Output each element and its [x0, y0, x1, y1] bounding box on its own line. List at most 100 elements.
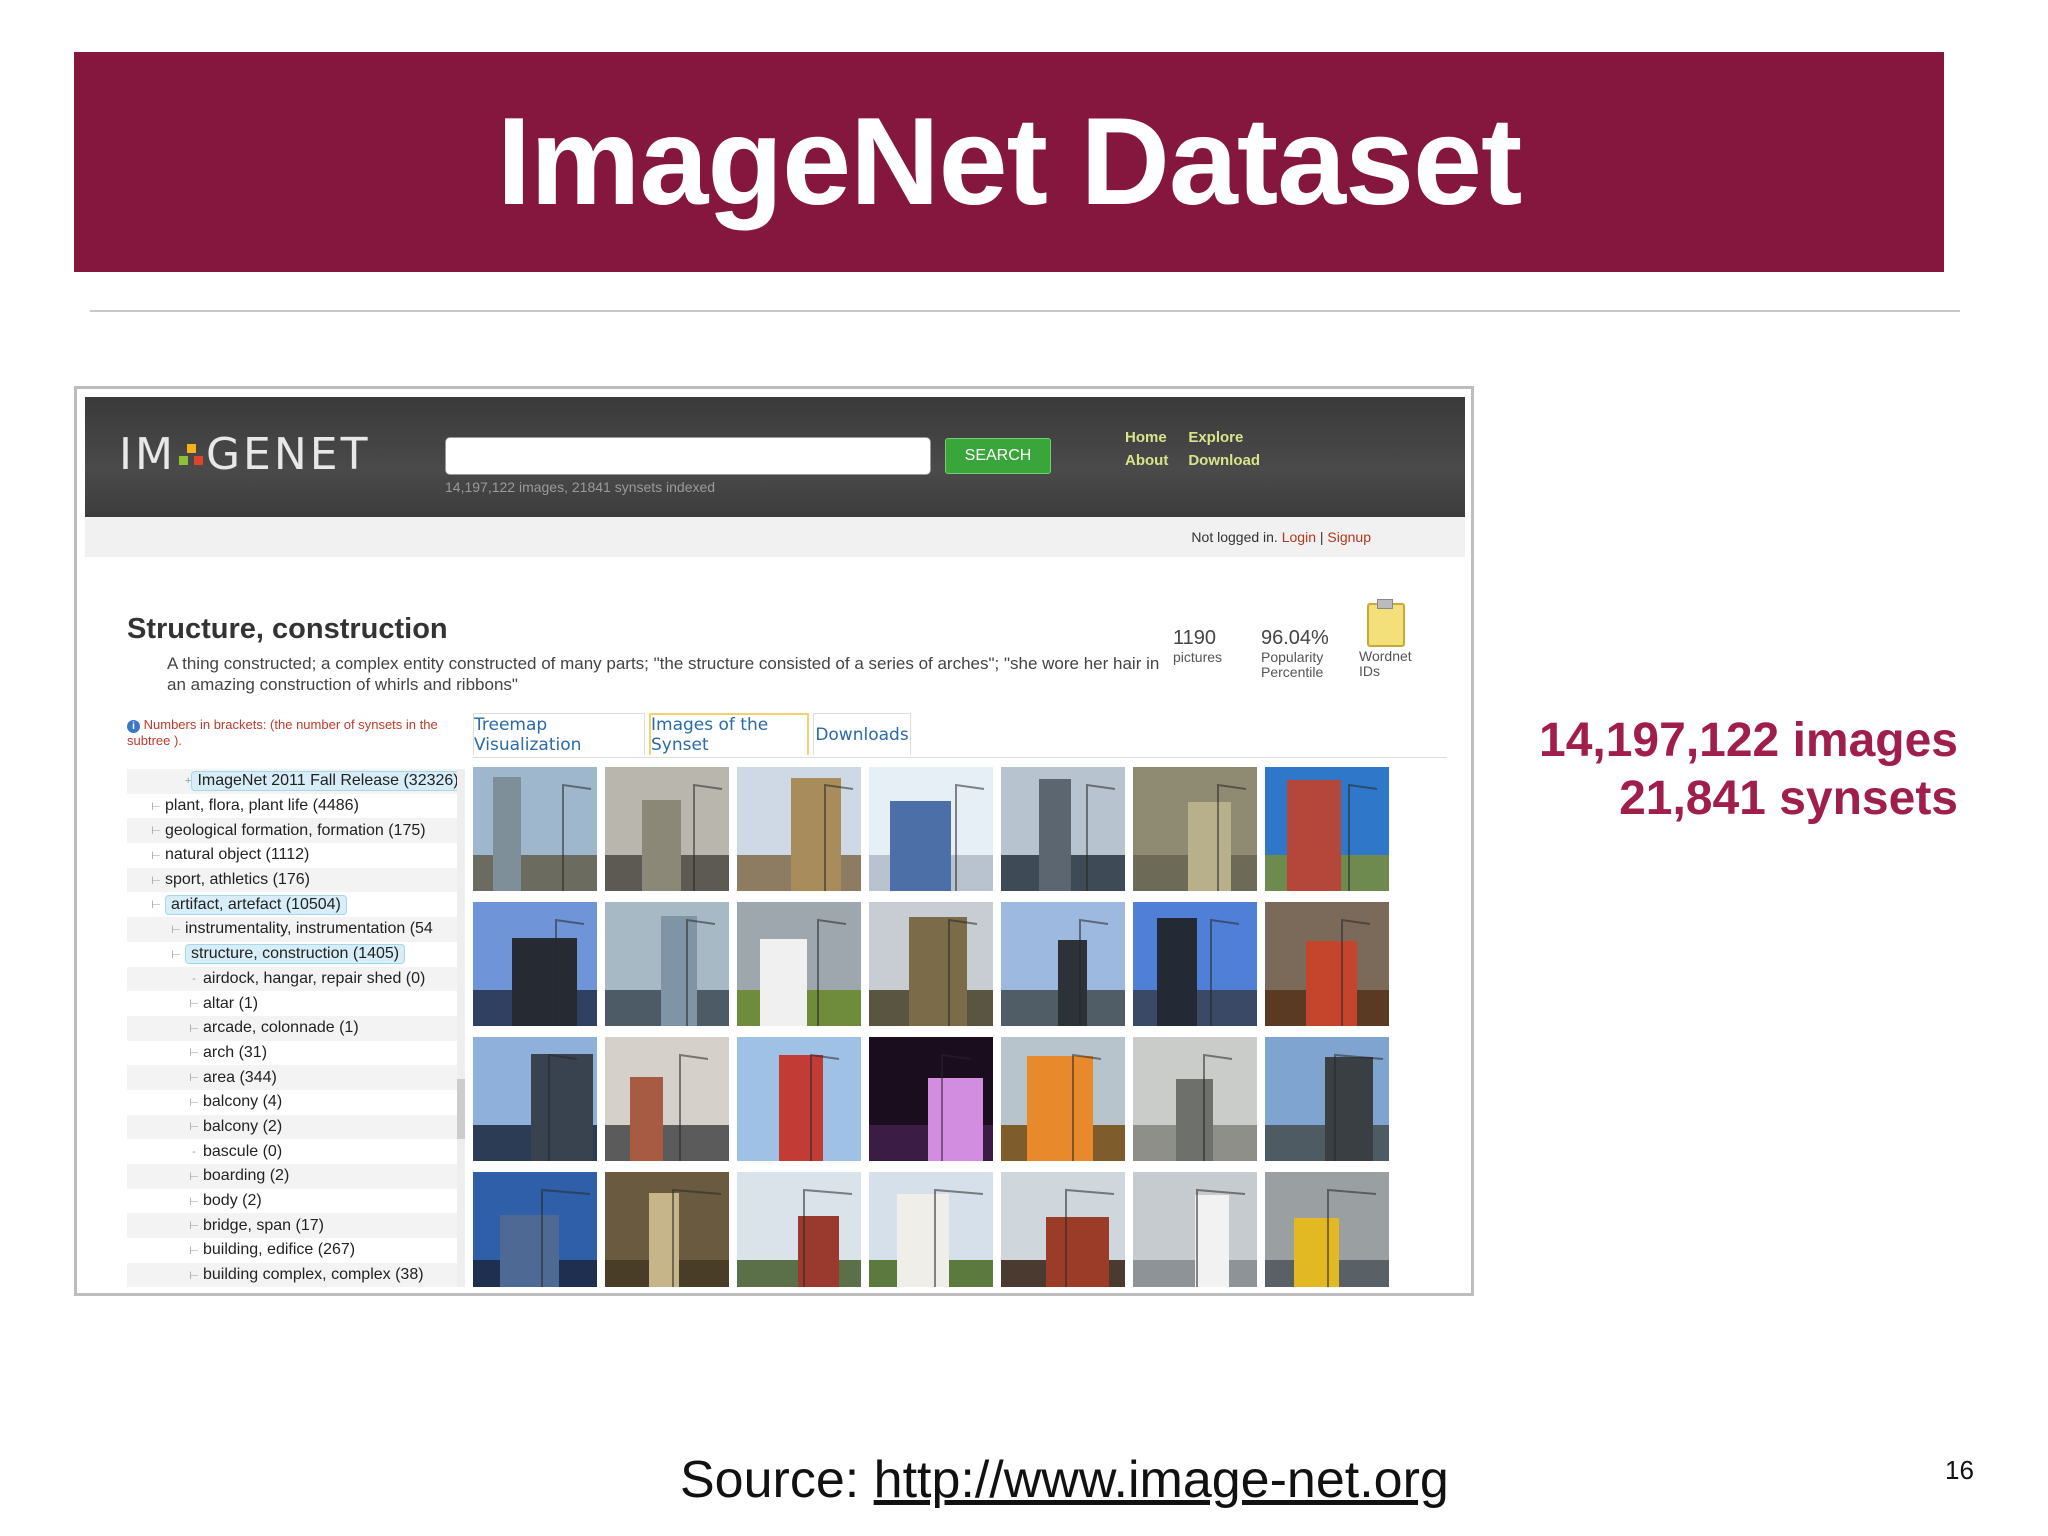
tree-expander-icon[interactable]: ⊢ [185, 1195, 203, 1208]
tab-images-of-the-synset[interactable]: Images of the Synset [649, 713, 809, 755]
tab-treemap-visualization[interactable]: Treemap Visualization [473, 713, 645, 755]
synset-image-thumbnail[interactable] [869, 1172, 993, 1287]
tree-item[interactable]: ⊢ building, edifice (267) [127, 1238, 457, 1263]
login-separator: | [1315, 529, 1328, 545]
tree-expander-icon[interactable]: ⊢ [167, 923, 185, 936]
nav-download-link[interactable]: Download [1188, 452, 1260, 469]
search-button[interactable]: SEARCH [945, 438, 1051, 474]
slide-title-banner: ImageNet Dataset [74, 52, 1944, 272]
tree-item[interactable]: ⊢ instrumentality, instrumentation (54 [127, 917, 457, 942]
tree-expander-icon[interactable]: ⊢ [167, 948, 185, 961]
tree-item[interactable]: ⊢ boarding (2) [127, 1164, 457, 1189]
synset-image-thumbnail[interactable] [869, 1037, 993, 1161]
synset-image-thumbnail[interactable] [1265, 1037, 1389, 1161]
synset-image-thumbnail[interactable] [605, 1037, 729, 1161]
tree-expander-icon[interactable]: - [185, 973, 203, 985]
tree-expander-icon[interactable]: ⊢ [147, 800, 165, 813]
synset-image-thumbnail[interactable] [473, 1172, 597, 1287]
synset-image-thumbnail[interactable] [473, 767, 597, 891]
synset-image-thumbnail[interactable] [1001, 1172, 1125, 1287]
tree-item[interactable]: ⊢ structure, construction (1405) [127, 942, 457, 967]
tree-expander-icon[interactable]: ⊢ [147, 898, 165, 911]
synset-image-thumbnail[interactable] [737, 767, 861, 891]
tree-item[interactable]: ⊢ balcony (4) [127, 1090, 457, 1115]
tree-expander-icon[interactable]: ⊢ [185, 1071, 203, 1084]
synset-image-thumbnail[interactable] [1265, 767, 1389, 891]
tree-expander-icon[interactable]: ⊢ [185, 1219, 203, 1232]
tree-item[interactable]: ⊢ natural object (1112) [127, 843, 457, 868]
tab-downloads[interactable]: Downloads [813, 713, 911, 755]
synset-image-thumbnail[interactable] [1265, 1172, 1389, 1287]
nav-about-link[interactable]: About [1125, 452, 1168, 469]
synset-image-thumbnail[interactable] [869, 902, 993, 1026]
popularity-label-line2: Percentile [1261, 664, 1324, 680]
synset-image-thumbnail[interactable] [737, 1037, 861, 1161]
tree-item-label: bascule (0) [203, 1142, 283, 1160]
tree-item[interactable]: + ImageNet 2011 Fall Release (32326) [127, 769, 457, 794]
login-link[interactable]: Login [1282, 529, 1316, 545]
search-input[interactable] [445, 437, 931, 475]
logo-text-left: IM [119, 429, 176, 480]
tree-item[interactable]: ⊢ geological formation, formation (175) [127, 818, 457, 844]
nav-explore-link[interactable]: Explore [1188, 429, 1260, 446]
tree-item[interactable]: ⊢ building complex, complex (38) [127, 1262, 457, 1287]
tree-item[interactable]: - airdock, hangar, repair shed (0) [127, 966, 457, 992]
tree-expander-icon[interactable]: ⊢ [185, 1046, 203, 1059]
imagenet-page: IM GENET SEARCH 14,197,122 images, 21841… [85, 397, 1465, 1287]
synset-tabs: Treemap Visualization Images of the Syns… [473, 713, 1447, 758]
tree-expander-icon[interactable]: ⊢ [185, 1244, 203, 1257]
synset-image-thumbnail[interactable] [1133, 1172, 1257, 1287]
tree-expander-icon[interactable]: ⊢ [147, 849, 165, 862]
tree-expander-icon[interactable]: ⊢ [185, 997, 203, 1010]
synset-image-thumbnail[interactable] [473, 1037, 597, 1161]
wordnet-ids-link[interactable]: Wordnet IDs [1359, 649, 1412, 679]
tree-item[interactable]: ⊢ arcade, colonnade (1) [127, 1015, 457, 1041]
synset-image-thumbnail[interactable] [737, 902, 861, 1026]
synset-image-thumbnail[interactable] [1133, 902, 1257, 1026]
synset-image-thumbnail[interactable] [605, 767, 729, 891]
tree-item-label: instrumentality, instrumentation (54 [185, 920, 433, 938]
synset-image-thumbnail[interactable] [1133, 767, 1257, 891]
tree-item[interactable]: ⊢ balcony (2) [127, 1114, 457, 1140]
synset-image-thumbnail[interactable] [473, 902, 597, 1026]
tree-item[interactable]: ⊢ plant, flora, plant life (4486) [127, 794, 457, 819]
tree-expander-icon[interactable]: ⊢ [185, 1170, 203, 1183]
tree-item[interactable]: ⊢ bridge, span (17) [127, 1213, 457, 1239]
tree-item[interactable]: ⊢ artifact, artefact (10504) [127, 892, 457, 917]
imagenet-logo[interactable]: IM GENET [119, 429, 370, 480]
wordnet-clipboard-icon[interactable] [1367, 599, 1405, 647]
tree-expander-icon[interactable]: - [185, 1146, 203, 1158]
tree-note-text: Numbers in brackets: (the number of syns… [127, 717, 438, 748]
tree-item[interactable]: ⊢ altar (1) [127, 991, 457, 1016]
synset-image-thumbnail[interactable] [605, 1172, 729, 1287]
slide-title: ImageNet Dataset [496, 93, 1523, 231]
synset-image-thumbnail[interactable] [869, 767, 993, 891]
pictures-count-stat: 1190 pictures [1173, 627, 1222, 665]
synset-image-thumbnail[interactable] [1001, 767, 1125, 891]
tree-item-label: structure, construction (1405) [185, 944, 406, 965]
tree-item[interactable]: - bascule (0) [127, 1139, 457, 1164]
tree-expander-icon[interactable]: ⊢ [185, 1120, 203, 1133]
tree-scrollbar[interactable] [457, 769, 465, 1287]
synset-count-stat: 21,841 synsets [1619, 772, 1958, 825]
tree-item-label: building, edifice (267) [203, 1241, 356, 1259]
tree-item[interactable]: ⊢ sport, athletics (176) [127, 867, 457, 893]
tree-item[interactable]: ⊢ area (344) [127, 1065, 457, 1090]
nav-home-link[interactable]: Home [1125, 429, 1168, 446]
source-link[interactable]: http://www.image-net.org [874, 1451, 1449, 1509]
synset-image-thumbnail[interactable] [1133, 1037, 1257, 1161]
signup-link[interactable]: Signup [1327, 529, 1371, 545]
tree-expander-icon[interactable]: ⊢ [147, 824, 165, 837]
tree-expander-icon[interactable]: ⊢ [147, 874, 165, 887]
tree-expander-icon[interactable]: ⊢ [185, 1096, 203, 1109]
pictures-label: pictures [1173, 649, 1223, 665]
tree-expander-icon[interactable]: ⊢ [185, 1269, 203, 1282]
tree-item[interactable]: ⊢ arch (31) [127, 1041, 457, 1066]
synset-image-thumbnail[interactable] [1001, 1037, 1125, 1161]
tree-expander-icon[interactable]: ⊢ [185, 1022, 203, 1035]
tree-item[interactable]: ⊢ body (2) [127, 1189, 457, 1214]
synset-image-thumbnail[interactable] [605, 902, 729, 1026]
synset-image-thumbnail[interactable] [1265, 902, 1389, 1026]
synset-image-thumbnail[interactable] [1001, 902, 1125, 1026]
synset-image-thumbnail[interactable] [737, 1172, 861, 1287]
